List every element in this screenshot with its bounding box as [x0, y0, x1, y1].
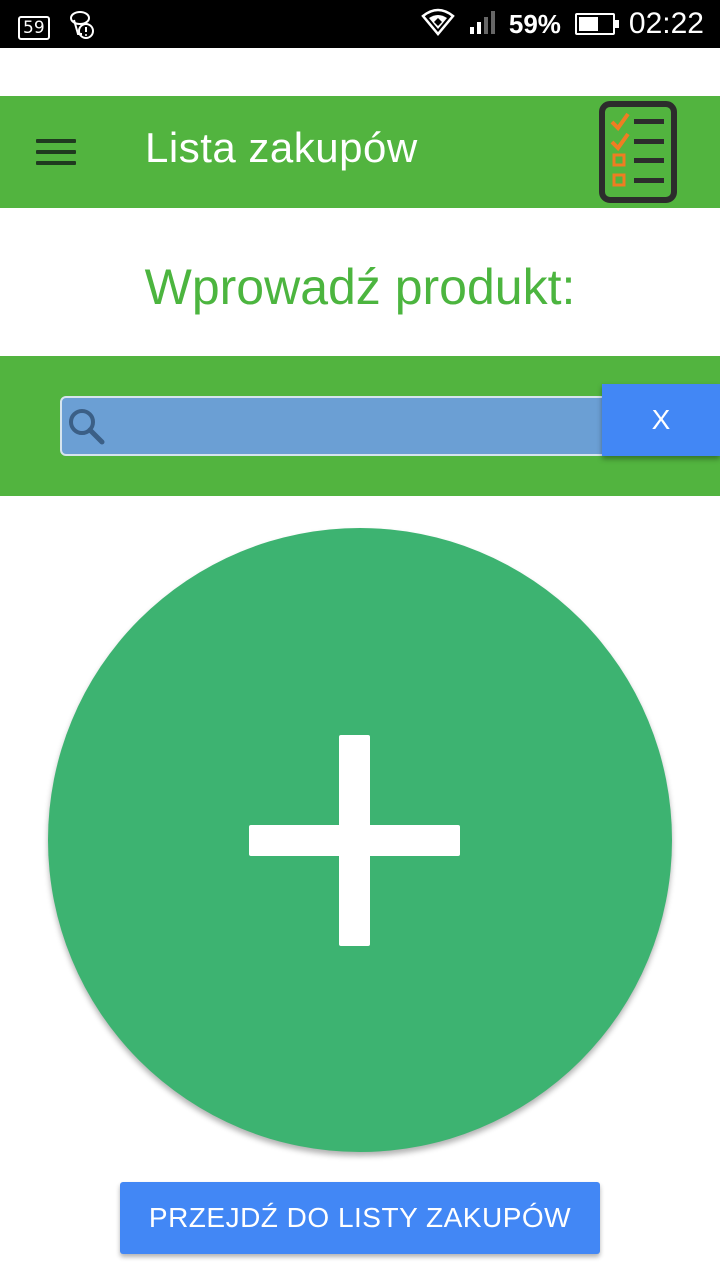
clock: 02:22	[628, 7, 704, 40]
battery-fill	[578, 17, 598, 31]
menu-line	[36, 150, 76, 154]
notification-badge-icon: 59	[18, 15, 50, 40]
search-band: X	[0, 356, 720, 496]
battery-icon	[574, 13, 619, 35]
signal-icon	[469, 9, 495, 40]
clear-button[interactable]: X	[602, 384, 720, 456]
status-left: 59	[18, 10, 96, 45]
hamburger-menu-icon[interactable]	[26, 130, 84, 174]
page-heading: Wprowadź produkt:	[144, 259, 576, 315]
status-bar: 59 59% 02:22	[0, 0, 720, 48]
search-input[interactable]	[112, 406, 592, 446]
plus-icon-bar	[249, 825, 460, 856]
search-icon	[69, 409, 105, 445]
go-to-shopping-list-button[interactable]: PRZEJDŹ DO LISTY ZAKUPÓW	[120, 1182, 600, 1254]
checklist-icon	[599, 101, 677, 203]
app-title: Lista zakupów	[145, 124, 418, 171]
status-right: 59% 02:22	[421, 6, 704, 42]
sim-alert-icon	[68, 10, 96, 45]
add-product-button[interactable]	[48, 528, 672, 1152]
search-box[interactable]	[60, 396, 610, 456]
battery-percent: 59%	[508, 8, 561, 39]
menu-line	[36, 161, 76, 165]
wifi-icon	[421, 8, 455, 41]
menu-line	[36, 139, 76, 143]
